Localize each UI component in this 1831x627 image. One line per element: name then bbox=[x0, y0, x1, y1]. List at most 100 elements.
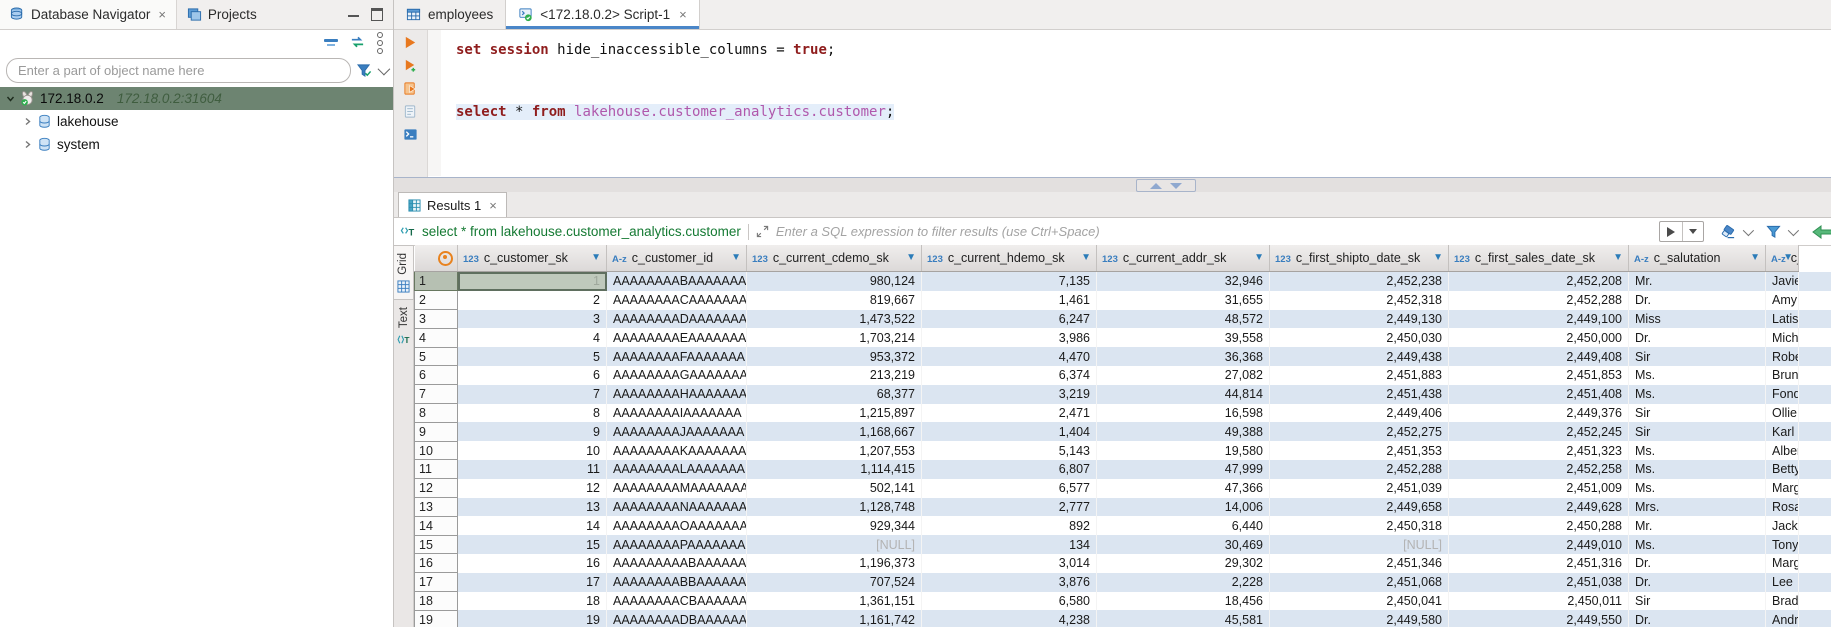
grid-cell[interactable]: 2,228 bbox=[1097, 573, 1270, 592]
grid-cell[interactable]: 892 bbox=[922, 516, 1097, 535]
grid-cell[interactable]: 47,999 bbox=[1097, 460, 1270, 479]
grid-cell[interactable]: 39,558 bbox=[1097, 328, 1270, 347]
grid-cell[interactable]: Dr. bbox=[1629, 554, 1766, 573]
grid-cell[interactable]: Margaret bbox=[1766, 479, 1799, 498]
grid-cell[interactable]: 2,451,316 bbox=[1449, 554, 1629, 573]
grid-cell[interactable]: 2,450,041 bbox=[1270, 592, 1449, 611]
grid-cell[interactable]: Sir bbox=[1629, 422, 1766, 441]
tab-employees[interactable]: employees bbox=[394, 0, 505, 29]
grid-cell[interactable]: AAAAAAAANAAAAAAA bbox=[607, 498, 747, 517]
grid-cell[interactable]: AAAAAAAAOAAAAAAA bbox=[607, 516, 747, 535]
row-number-cell[interactable]: 2 bbox=[415, 291, 458, 310]
sort-dropdown-icon[interactable]: ▼ bbox=[1433, 252, 1443, 263]
grid-cell[interactable]: 1 bbox=[458, 272, 607, 291]
grid-cell[interactable]: Ms. bbox=[1629, 479, 1766, 498]
grid-cell[interactable]: 12 bbox=[458, 479, 607, 498]
row-number-cell[interactable]: 6 bbox=[415, 366, 458, 385]
grid-cell[interactable]: 6,440 bbox=[1097, 516, 1270, 535]
grid-cell[interactable]: 1,128,748 bbox=[747, 498, 922, 517]
tab-results-1[interactable]: Results 1 × bbox=[398, 192, 507, 217]
grid-cell[interactable]: 6,247 bbox=[922, 310, 1097, 329]
grid-cell[interactable]: Ollie bbox=[1766, 404, 1799, 423]
sql-editor-content[interactable]: set session hide_inaccessible_columns = … bbox=[456, 35, 894, 128]
explain-plan-icon[interactable] bbox=[403, 104, 418, 119]
grid-cell[interactable]: Sir bbox=[1629, 347, 1766, 366]
grid-cell[interactable]: AAAAAAAAFAAAAAAA bbox=[607, 347, 747, 366]
grid-cell[interactable]: Sir bbox=[1629, 404, 1766, 423]
editor-results-splitter[interactable] bbox=[394, 177, 1831, 193]
erase-filter-icon[interactable] bbox=[1721, 224, 1736, 239]
grid-cell[interactable]: 16,598 bbox=[1097, 404, 1270, 423]
row-number-cell[interactable]: 11 bbox=[415, 460, 458, 479]
grid-cell[interactable]: 19,580 bbox=[1097, 441, 1270, 460]
grid-cell[interactable]: 2,450,288 bbox=[1449, 516, 1629, 535]
grid-cell[interactable]: 502,141 bbox=[747, 479, 922, 498]
grid-cell[interactable]: 980,124 bbox=[747, 272, 922, 291]
grid-cell[interactable]: AAAAAAAAKAAAAAAA bbox=[607, 441, 747, 460]
grid-cell[interactable]: 2,449,658 bbox=[1270, 498, 1449, 517]
grid-cell[interactable]: 18 bbox=[458, 592, 607, 611]
grid-cell[interactable]: 1,404 bbox=[922, 422, 1097, 441]
fetch-prev-icon[interactable] bbox=[1811, 224, 1831, 240]
grid-cell[interactable]: AAAAAAAALAAAAAAA bbox=[607, 460, 747, 479]
grid-cell[interactable]: 2 bbox=[458, 291, 607, 310]
grid-cell[interactable]: 18,456 bbox=[1097, 592, 1270, 611]
sort-dropdown-icon[interactable]: ▼ bbox=[1750, 252, 1760, 263]
tab-projects[interactable]: Projects bbox=[177, 0, 267, 29]
grid-cell[interactable]: 6,807 bbox=[922, 460, 1097, 479]
grid-cell[interactable]: AAAAAAAAPAAAAAAA bbox=[607, 535, 747, 554]
grid-cell[interactable]: Brad bbox=[1766, 592, 1799, 611]
column-header[interactable]: ▼A-zc_salutation bbox=[1629, 245, 1766, 272]
grid-cell[interactable]: AAAAAAAAIAAAAAAA bbox=[607, 404, 747, 423]
grid-cell[interactable]: AAAAAAAAJAAAAAAA bbox=[607, 422, 747, 441]
grid-cell[interactable]: 2,452,245 bbox=[1449, 422, 1629, 441]
grid-cell[interactable]: Robert bbox=[1766, 347, 1799, 366]
grid-cell[interactable]: 2,449,406 bbox=[1270, 404, 1449, 423]
grid-cell[interactable]: 6,577 bbox=[922, 479, 1097, 498]
grid-cell[interactable]: Andre bbox=[1766, 610, 1799, 627]
row-number-cell[interactable]: 16 bbox=[415, 554, 458, 573]
row-number-cell[interactable]: 18 bbox=[415, 592, 458, 611]
column-header[interactable]: ▼A-zc_first_na bbox=[1766, 245, 1799, 272]
grid-cell[interactable]: 16 bbox=[458, 554, 607, 573]
grid-cell[interactable]: 7,135 bbox=[922, 272, 1097, 291]
column-header[interactable]: ▼123c_current_addr_sk bbox=[1097, 245, 1270, 272]
grid-cell[interactable]: 49,388 bbox=[1097, 422, 1270, 441]
grid-cell[interactable]: Karl bbox=[1766, 422, 1799, 441]
grid-cell[interactable]: 2,449,010 bbox=[1449, 535, 1629, 554]
grid-cell[interactable]: 2,452,258 bbox=[1449, 460, 1629, 479]
grid-cell[interactable]: 213,219 bbox=[747, 366, 922, 385]
grid-cell[interactable]: 2,451,438 bbox=[1270, 385, 1449, 404]
close-icon[interactable]: × bbox=[489, 198, 497, 213]
row-number-cell[interactable]: 9 bbox=[415, 422, 458, 441]
collapse-all-icon[interactable] bbox=[324, 39, 338, 47]
filter-settings-icon[interactable] bbox=[357, 63, 372, 78]
grid-cell[interactable]: 15 bbox=[458, 535, 607, 554]
column-header[interactable]: ▼123c_customer_sk bbox=[458, 245, 607, 272]
maximize-icon[interactable] bbox=[371, 8, 383, 21]
sort-dropdown-icon[interactable]: ▼ bbox=[906, 252, 916, 263]
execute-script-icon[interactable] bbox=[403, 81, 418, 96]
grid-cell[interactable]: 1,473,522 bbox=[747, 310, 922, 329]
grid-cell[interactable]: Fonda bbox=[1766, 385, 1799, 404]
expand-filter-icon[interactable] bbox=[756, 225, 769, 238]
row-number-cell[interactable]: 19 bbox=[415, 610, 458, 627]
grid-cell[interactable]: AAAAAAAAHAAAAAAA bbox=[607, 385, 747, 404]
grid-cell[interactable]: Amy bbox=[1766, 291, 1799, 310]
grid-cell[interactable]: Brunilda bbox=[1766, 366, 1799, 385]
grid-cell[interactable]: 14 bbox=[458, 516, 607, 535]
row-number-cell[interactable]: 7 bbox=[415, 385, 458, 404]
grid-cell[interactable]: 1,114,415 bbox=[747, 460, 922, 479]
grid-cell[interactable]: AAAAAAAACAAAAAAA bbox=[607, 291, 747, 310]
grid-cell[interactable]: 32,946 bbox=[1097, 272, 1270, 291]
sort-dropdown-icon[interactable]: ▼ bbox=[1081, 252, 1091, 263]
sort-dropdown-icon[interactable]: ▼ bbox=[731, 252, 741, 263]
grid-cell[interactable]: 2,452,288 bbox=[1449, 291, 1629, 310]
column-header[interactable]: ▼123c_first_sales_date_sk bbox=[1449, 245, 1629, 272]
grid-cell[interactable]: 19 bbox=[458, 610, 607, 627]
grid-cell[interactable]: Margie bbox=[1766, 554, 1799, 573]
row-number-cell[interactable]: 3 bbox=[415, 310, 458, 329]
grid-cell[interactable]: 1,361,151 bbox=[747, 592, 922, 611]
row-number-cell[interactable]: 14 bbox=[415, 516, 458, 535]
grid-cell[interactable]: 2,777 bbox=[922, 498, 1097, 517]
